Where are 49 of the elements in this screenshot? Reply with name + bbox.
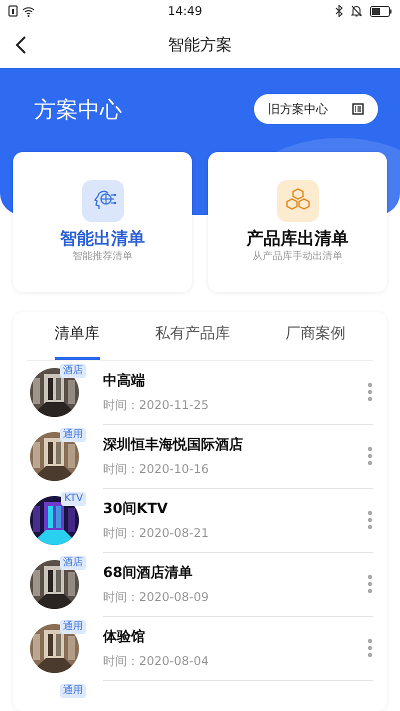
list-item[interactable]: 酒店 中高端 时间：2020-11-25 <box>13 360 387 424</box>
more-icon[interactable] <box>367 574 373 594</box>
item-time: 时间：2020-11-25 <box>103 396 209 414</box>
category-tag: 酒店 <box>60 556 86 570</box>
category-tag: 通用 <box>60 620 86 634</box>
category-tag: 酒店 <box>60 364 86 378</box>
bluetooth-icon <box>335 5 343 17</box>
item-time: 时间：2020-08-04 <box>103 652 209 670</box>
battery-icon <box>370 6 392 16</box>
category-tag: KTV <box>61 492 86 506</box>
feature-card[interactable]: 产品库出清单 从产品库手动出清单 <box>208 152 387 292</box>
page-title: 智能方案 <box>168 34 232 56</box>
item-title: 30间KTV <box>103 500 169 518</box>
item-title: 深圳恒丰海悦国际酒店 <box>103 436 243 454</box>
more-icon[interactable] <box>367 446 373 466</box>
more-icon[interactable] <box>367 510 373 530</box>
brain-network-icon <box>82 180 124 222</box>
item-time: 时间：2020-10-16 <box>103 460 210 478</box>
cubes-icon <box>276 180 318 222</box>
list-item[interactable]: 通用 体验馆 时间：2020-08-04 <box>13 616 387 680</box>
tab[interactable]: 清单库 <box>54 312 100 360</box>
card-title: 智能出清单 <box>60 230 145 249</box>
item-title: 中高端 <box>103 372 146 390</box>
list-item[interactable]: 通用 <box>13 680 387 711</box>
section-title: 方案中心 <box>34 97 122 125</box>
sim-icon <box>8 5 18 17</box>
card-subtitle: 从产品库手动出清单 <box>252 250 342 264</box>
item-time: 时间：2020-08-09 <box>103 588 209 606</box>
list-item[interactable]: 酒店 68间酒店清单 时间：2020-08-09 <box>13 552 387 616</box>
list-item[interactable]: 通用 深圳恒丰海悦国际酒店 时间：2020-10-16 <box>13 424 387 488</box>
item-title: 68间酒店清单 <box>103 564 194 582</box>
list-icon <box>352 103 364 115</box>
list-item[interactable]: KTV 30间KTV 时间：2020-08-21 <box>13 488 387 552</box>
card-title: 产品库出清单 <box>246 230 348 249</box>
more-icon[interactable] <box>367 382 373 402</box>
item-time: 时间：2020-08-21 <box>103 524 209 542</box>
category-tag: 通用 <box>60 684 86 698</box>
tab[interactable]: 私有产品库 <box>154 312 230 360</box>
tab[interactable]: 厂商案例 <box>285 312 346 360</box>
old-plan-button[interactable]: 旧方案中心 <box>254 94 378 124</box>
item-title: 体验馆 <box>103 628 146 646</box>
wifi-icon <box>22 6 35 16</box>
feature-card[interactable]: 智能出清单 智能推荐清单 <box>13 152 192 292</box>
status-time: 14:49 <box>168 3 202 20</box>
back-icon[interactable] <box>14 35 28 55</box>
card-subtitle: 智能推荐清单 <box>72 250 132 264</box>
category-tag: 通用 <box>60 428 86 442</box>
more-icon[interactable] <box>367 638 373 658</box>
mute-icon <box>351 5 362 17</box>
